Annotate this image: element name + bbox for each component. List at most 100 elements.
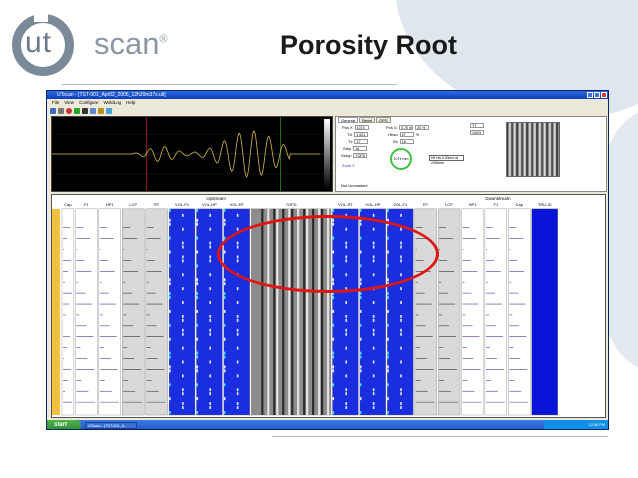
track-header-tofd: TOFD — [286, 202, 297, 207]
indication-speck — [236, 332, 239, 336]
indication-speck — [372, 213, 375, 217]
indication-speck — [236, 287, 239, 291]
indication-speck — [182, 259, 184, 263]
param-head: Head 47% — [388, 132, 419, 137]
track-header-vol-f1: VOL-F1 — [393, 202, 408, 207]
select-mode-value[interactable]: TT — [470, 123, 484, 128]
indication-speck — [223, 355, 226, 359]
zone-label[interactable]: Zone 2 — [342, 163, 354, 168]
tab-gps[interactable]: GPS — [376, 117, 391, 123]
tab-general[interactable]: General — [338, 117, 359, 123]
param-value-field[interactable]: 0.70 m — [399, 125, 414, 130]
indication-speck — [387, 323, 389, 327]
indication-speck — [345, 392, 348, 396]
taskbar-utscan[interactable]: UTscan - [TST-001_A... — [85, 422, 137, 429]
maximize-button[interactable] — [594, 92, 600, 98]
indication-speck — [345, 332, 348, 336]
indication-speck — [182, 314, 184, 318]
track-hp1 — [98, 208, 121, 416]
param-value-field[interactable]: 1074 — [354, 125, 369, 130]
menu-weldlog[interactable]: WeldLog — [103, 99, 121, 106]
menu-file[interactable]: File — [52, 99, 59, 106]
indication-speck — [359, 351, 362, 355]
select-gain[interactable]: 100% — [470, 130, 484, 135]
param-unit: % — [415, 132, 420, 137]
indication-speck — [345, 318, 348, 322]
param-label: Setup — [341, 153, 352, 158]
indication-speck — [223, 323, 226, 327]
menu-help[interactable]: Help — [126, 99, 135, 106]
param-value-field[interactable]: 16 — [399, 139, 414, 144]
indication-speck — [372, 346, 375, 350]
tab-bevel[interactable]: Bevel — [359, 117, 376, 123]
indication-speck — [332, 296, 335, 300]
minimize-button[interactable] — [587, 92, 593, 98]
indication-speck — [387, 309, 389, 313]
a-scan-waveform-panel[interactable] — [51, 116, 333, 192]
play-icon[interactable] — [74, 107, 80, 114]
indication-speck — [400, 406, 402, 410]
track-header-hp1: HP1 — [469, 202, 478, 207]
indication-speck — [359, 296, 362, 300]
slide: ut scan® Porosity Root UTscan - [TST-001… — [0, 0, 638, 478]
select-mode[interactable]: TT — [470, 123, 484, 128]
indication-speck — [196, 323, 199, 327]
record-icon[interactable] — [66, 107, 72, 114]
porosity-highlight-ellipse — [217, 215, 439, 293]
indication-speck — [372, 388, 375, 392]
indication-speck — [209, 332, 212, 336]
indication-speck — [400, 360, 402, 364]
indication-speck — [332, 365, 335, 369]
track-header-rt: RT — [154, 202, 160, 207]
indication-speck — [400, 287, 402, 291]
param-extra-field[interactable]: 20 % — [415, 125, 430, 130]
indication-speck — [196, 296, 199, 300]
indication-speck — [196, 236, 199, 240]
start-button[interactable]: start — [47, 420, 81, 429]
indication-speck — [196, 264, 199, 268]
param-label: Step — [343, 146, 352, 151]
print-icon[interactable] — [58, 107, 64, 114]
indication-speck — [182, 388, 184, 392]
indication-speck — [169, 309, 171, 313]
indication-speck — [182, 241, 184, 245]
indication-speck — [236, 360, 239, 364]
param-label: Pos G — [386, 125, 398, 130]
track-vol-f1 — [168, 208, 196, 416]
param-value-field[interactable]: 47 — [399, 132, 414, 137]
downstream-label: Downstream — [485, 196, 510, 201]
indication-speck — [332, 411, 335, 415]
indication-speck — [332, 355, 335, 359]
select-gain-value[interactable]: 100% — [470, 130, 484, 135]
indication-speck — [400, 388, 402, 392]
indication-speck — [169, 264, 171, 268]
indication-speck — [372, 332, 375, 336]
indication-speck — [223, 369, 226, 373]
param-label: Pos X — [342, 125, 353, 130]
indication-speck — [400, 328, 402, 332]
menu-configure[interactable]: Configure — [79, 99, 99, 106]
indication-speck — [196, 355, 199, 359]
track-header-vol-hp: VOL-HP — [202, 202, 217, 207]
indication-speck — [196, 411, 199, 415]
menu-view[interactable]: View — [64, 99, 74, 106]
help-icon[interactable] — [106, 107, 112, 114]
track-lcp — [122, 208, 145, 416]
stop-icon[interactable] — [82, 107, 88, 114]
indication-speck — [387, 383, 389, 387]
param-value-field[interactable]: TOFD — [353, 153, 368, 158]
param-value-field[interactable]: 1.521 — [354, 132, 369, 137]
indication-speck — [182, 273, 184, 277]
indication-speck — [209, 406, 212, 410]
indication-speck — [169, 250, 171, 254]
indication-speck — [372, 406, 375, 410]
indication-speck — [332, 383, 335, 387]
save-icon[interactable] — [50, 107, 56, 114]
indication-speck — [236, 213, 239, 217]
param-value-field[interactable]: 16 — [353, 146, 368, 151]
close-button[interactable] — [601, 92, 607, 98]
param-value-field[interactable]: 17 — [354, 139, 369, 144]
zoom-icon[interactable] — [90, 107, 96, 114]
indication-speck — [223, 292, 226, 296]
settings-icon[interactable] — [98, 107, 104, 114]
